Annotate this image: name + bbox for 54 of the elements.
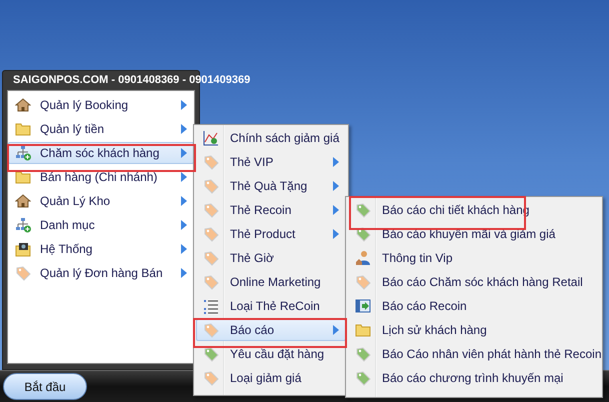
list-icon: [203, 298, 219, 314]
tag-icon: [355, 226, 371, 242]
submenu-item[interactable]: Báo cáo Chăm sóc khách hàng Retail: [348, 271, 600, 293]
tag-icon: [355, 274, 371, 290]
submenu-item[interactable]: Thẻ Quà Tặng: [196, 175, 346, 197]
tag-icon: [355, 346, 371, 362]
tag-icon: [355, 202, 371, 218]
submenu-item[interactable]: Lịch sử khách hàng: [348, 319, 600, 341]
submenu-item[interactable]: Online Marketing: [196, 271, 346, 293]
house-icon: [15, 193, 31, 209]
tag-icon: [203, 322, 219, 338]
start-menu-item[interactable]: Chăm sóc khách hàng: [8, 142, 194, 164]
tag-icon: [203, 250, 219, 266]
network-icon: [15, 145, 31, 161]
tag-icon: [355, 370, 371, 386]
tag-icon: [203, 370, 219, 386]
submenu-item[interactable]: Yêu cầu đặt hàng: [196, 343, 346, 365]
tag-icon: [203, 274, 219, 290]
submenu-item[interactable]: Thẻ Product: [196, 223, 346, 245]
submenu-item[interactable]: Báo cáo Recoin: [348, 295, 600, 317]
start-button[interactable]: Bắt đầu: [3, 373, 87, 400]
submenu-item[interactable]: Báo Cáo nhân viên phát hành thẻ Recoin: [348, 343, 600, 365]
start-menu-item[interactable]: Quản lý Đơn hàng Bán: [8, 262, 194, 284]
house-icon: [15, 97, 31, 113]
tag-icon: [203, 226, 219, 242]
submenu-item[interactable]: Thẻ VIP: [196, 151, 346, 173]
submenu-item[interactable]: Loại Thẻ ReCoin: [196, 295, 346, 317]
start-menu-item[interactable]: Quản lý tiền: [8, 118, 194, 140]
tag-icon: [203, 178, 219, 194]
folder-icon: [15, 169, 31, 185]
folder-icon: [15, 121, 31, 137]
submenu-item[interactable]: Chính sách giảm giá: [196, 127, 346, 149]
submenu-item[interactable]: Báo cáo: [196, 319, 346, 341]
tag-icon: [203, 202, 219, 218]
tag-icon: [15, 265, 31, 281]
start-menu-item[interactable]: Danh mục: [8, 214, 194, 236]
network-icon: [15, 217, 31, 233]
window-icon: [355, 298, 371, 314]
submenu-item[interactable]: Thẻ Giờ: [196, 247, 346, 269]
chart-icon: [203, 130, 219, 146]
start-menu-item[interactable]: Quản Lý Kho: [8, 190, 194, 212]
submenu-item[interactable]: Thông tin Vip: [348, 247, 600, 269]
submenu-item[interactable]: Thẻ Recoin: [196, 199, 346, 221]
submenu-item[interactable]: Báo cáo khuyến mãi và giảm giá: [348, 223, 600, 245]
start-menu-item[interactable]: Bán hàng (Chi nhánh): [8, 166, 194, 188]
camera-folder-icon: [15, 241, 31, 257]
submenu-item[interactable]: Báo cáo chương trình khuyến mại: [348, 367, 600, 389]
person-icon: [355, 250, 371, 266]
tag-icon: [203, 346, 219, 362]
submenu-item[interactable]: Loại giảm giá: [196, 367, 346, 389]
folder-icon: [355, 322, 371, 338]
start-menu-item[interactable]: Quản lý Booking: [8, 94, 194, 116]
start-menu-item[interactable]: Hệ Thống: [8, 238, 194, 260]
tag-icon: [203, 154, 219, 170]
